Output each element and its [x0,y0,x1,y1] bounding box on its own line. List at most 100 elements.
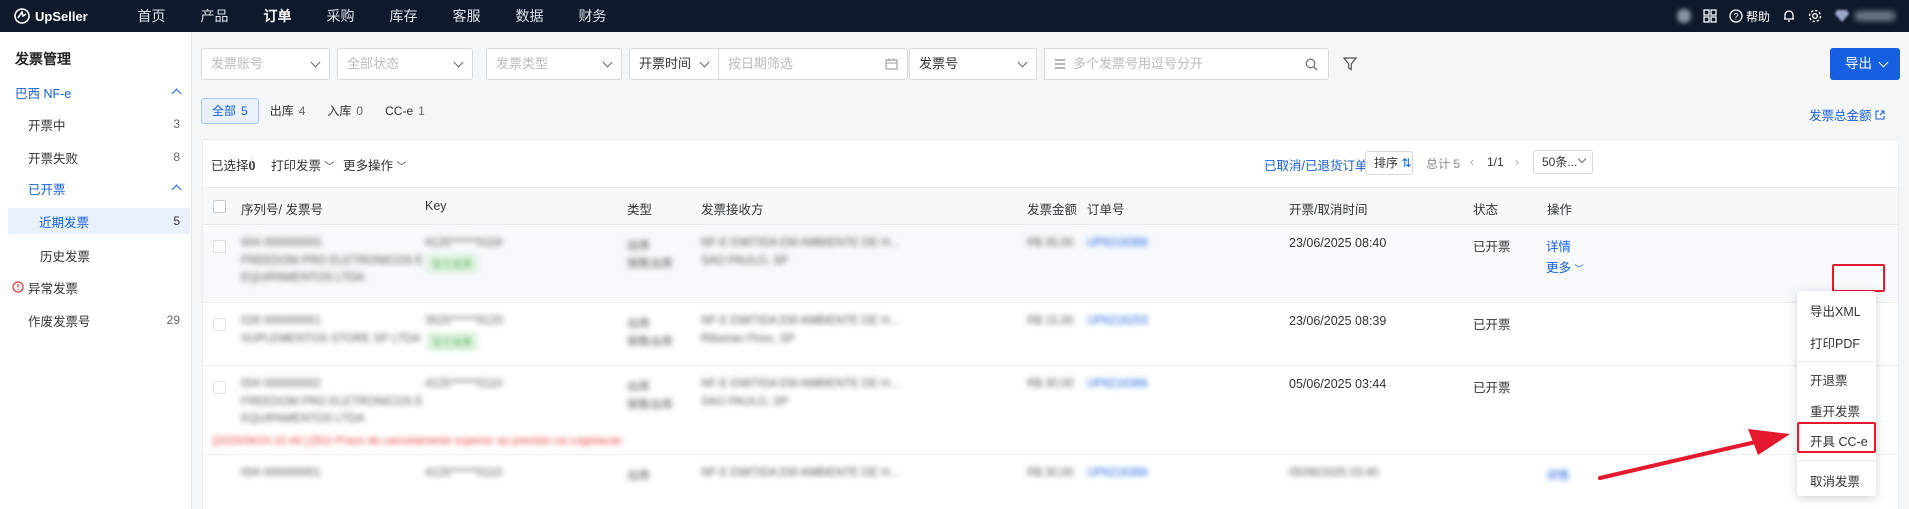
status-text: 已开票 [1473,318,1511,332]
tab-inbound[interactable]: 入库 0 [316,98,374,124]
sidebar-item-count: 8 [173,150,180,164]
nav-data[interactable]: 数据 [498,0,561,32]
sidebar-item-abnormal[interactable]: 异常发票 [0,274,190,300]
nav-purchase[interactable]: 采购 [309,0,372,32]
export-button[interactable]: 导出 [1830,48,1900,80]
order-number-link[interactable]: UP6216366 [1087,237,1148,249]
row-checkbox[interactable] [213,240,226,253]
next-page-icon[interactable]: › [1515,155,1519,169]
row-checkbox[interactable] [213,318,226,331]
nav-home[interactable]: 首页 [120,0,183,32]
button-label: 排序 [1374,156,1399,170]
menu-item-reissue-invoice[interactable]: 重开发票 [1810,401,1860,420]
sidebar-item-issued[interactable]: 已开票 [0,175,190,201]
details-link[interactable]: 详情 [1546,467,1569,483]
gear-icon[interactable] [1808,9,1822,23]
tab-label: 入库 [327,104,352,118]
order-number-link[interactable]: UP6216366 [1087,378,1148,390]
row-checkbox[interactable] [213,381,226,394]
cancelled-returned-orders-link[interactable]: 已取消/已退货订单 [1264,155,1381,174]
sidebar-group-brazil-nfe[interactable]: 巴西 NF-e [0,79,190,105]
date-filter-input[interactable]: 按日期筛选 [718,48,908,80]
button-label: 更多操作 [343,159,394,173]
tab-cce[interactable]: CC-e 1 [374,98,436,124]
menu-item-print-pdf[interactable]: 打印PDF [1810,333,1860,352]
order-number-link[interactable]: UP6216253 [1087,315,1148,327]
details-link[interactable]: 详情 [1546,236,1571,255]
nav-menu: 首页 产品 订单 采购 库存 客服 数据 财务 [120,0,624,32]
more-highlight-box [1832,264,1885,292]
serial-number: 004 000000001 [241,467,321,479]
column-header-status: 状态 [1473,203,1499,217]
invoice-number-search-input[interactable]: 多个发票号用逗号分开 [1044,48,1329,80]
link-label: 更多 [1546,261,1572,275]
tab-label: 全部 [212,104,237,118]
invoice-amount: R$ 30,00 [1027,378,1074,390]
nav-products[interactable]: 产品 [183,0,246,32]
number-type-select[interactable]: 发票号 [909,48,1037,80]
more-actions-button[interactable]: 更多操作 ﹀ [343,155,407,174]
sidebar-item-void-numbers[interactable]: 作废发票号 29 [0,307,190,333]
tab-label: 出库 [269,104,294,118]
sidebar-item-recent[interactable]: 近期发票 5 [8,208,190,234]
select-placeholder: 全部状态 [347,56,400,71]
tab-outbound[interactable]: 出库 4 [259,98,317,124]
invoice-type-select[interactable]: 发票类型 [486,48,622,80]
invoice-account-select[interactable]: 发票账号 [201,48,330,80]
issue-time: 05/06/2025 03:44 [1289,377,1387,391]
issue-time: 23/06/2025 08:40 [1289,236,1387,250]
invoice-tag: 官方发票 [427,255,477,272]
chevron-down-icon [310,57,321,68]
select-value: 开票时间 [639,56,692,71]
recipient: NF-E EMITIDA EM AMBIENTE DE H... [701,237,900,249]
list-icon [1055,59,1065,69]
filter-icon[interactable] [1343,57,1357,71]
menu-divider [1797,460,1876,461]
order-number-link[interactable]: UP6216366 [1087,467,1148,479]
nav-finance[interactable]: 财务 [561,0,624,32]
nav-customer-service[interactable]: 客服 [435,0,498,32]
nav-inventory[interactable]: 库存 [372,0,435,32]
serial-number: 028 000000051 [241,315,321,327]
sidebar-item-history[interactable]: 历史发票 [0,242,190,268]
more-actions-dropdown[interactable]: 更多 ﹀ [1546,257,1584,276]
sidebar-item-label: 近期发票 [39,215,90,230]
menu-item-cancel-invoice[interactable]: 取消发票 [1810,471,1860,490]
svg-text:?: ? [1733,12,1738,22]
status-select[interactable]: 全部状态 [337,48,473,80]
toolbar-divider [251,157,252,169]
menu-item-export-xml[interactable]: 导出XML [1810,301,1861,320]
cce-highlight-box [1797,422,1876,453]
help-button[interactable]: ? 帮助 [1729,8,1770,25]
time-type-select[interactable]: 开票时间 [629,48,719,80]
selected-label: 已选择 [211,159,249,173]
sidebar-item-label: 作废发票号 [28,314,91,329]
upseller-logo-icon [14,8,30,24]
blurred-avatar-icon[interactable] [1676,9,1691,23]
table-row[interactable]: 028 000000051 SUPLEMENTOS STORE SP LTDA … [203,304,1898,366]
sort-button[interactable]: 排序 ⇅ [1365,151,1413,175]
issue-time: 23/06/2025 08:39 [1289,314,1387,328]
sidebar-item-issuing[interactable]: 开票中 3 [0,111,190,137]
sidebar-item-failed[interactable]: 开票失败 8 [0,144,190,170]
recipient: NF-E EMITIDA EM AMBIENTE DE H... [701,315,900,327]
brand-logo[interactable]: UpSeller [0,8,120,24]
column-header-serial: 序列号/ 发票号 [241,203,323,217]
tab-all[interactable]: 全部 5 [201,98,259,124]
search-icon[interactable] [1305,58,1318,71]
print-invoice-button[interactable]: 打印发票 ﹀ [271,155,335,174]
column-header-type: 类型 [627,203,653,217]
invoice-total-amount-link[interactable]: 发票总金额 [1809,105,1885,124]
nav-orders[interactable]: 订单 [246,0,309,32]
menu-item-refund-invoice[interactable]: 开退票 [1810,370,1848,389]
error-message: [2025/06/24 22:46 ] [501-Prazo de cancel… [213,435,623,447]
table-row[interactable]: 004 000000003 FREEDOM PRO ELETRONICOS E … [203,226,1898,303]
account-menu[interactable] [1834,9,1895,23]
bell-icon[interactable] [1782,9,1796,23]
nav-right-tools: ? 帮助 [1676,0,1909,32]
invoice-key: 3525******9120 [425,315,504,327]
prev-page-icon[interactable]: ‹ [1470,155,1474,169]
page-size-select[interactable]: 50条... [1533,150,1593,174]
select-all-checkbox[interactable] [213,200,226,213]
apps-grid-icon[interactable] [1703,9,1717,23]
